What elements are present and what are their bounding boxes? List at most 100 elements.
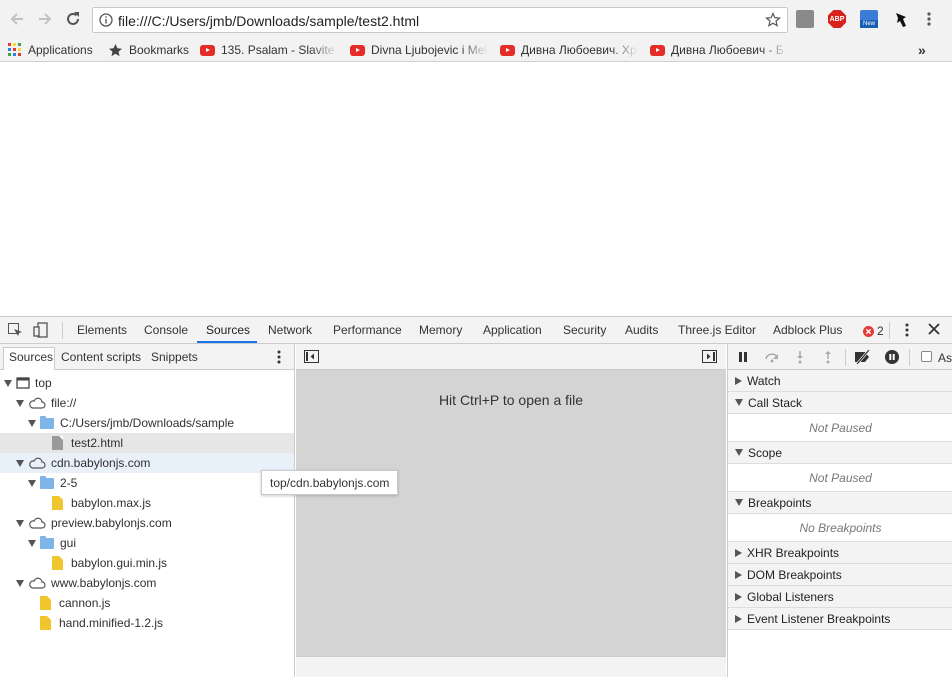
apps-shortcut[interactable]: Applications (8, 41, 93, 59)
tab-elements[interactable]: Elements (77, 323, 127, 337)
tree-item-file[interactable]: babylon.max.js (0, 493, 294, 513)
navigator-menu-button[interactable] (276, 349, 282, 365)
kebab-menu-icon (277, 350, 281, 364)
tree-item-file[interactable]: test2.html (0, 433, 294, 453)
expand-arrow-icon[interactable] (16, 399, 24, 407)
pause-button[interactable] (738, 351, 748, 363)
editor-toolbar (296, 344, 726, 370)
tab-adblock-plus[interactable]: Adblock Plus (773, 323, 842, 337)
nav-tab-sources[interactable]: Sources (9, 350, 53, 364)
xhr-breakpoints-section-header[interactable]: XHR Breakpoints (728, 542, 952, 564)
tree-item-origin[interactable]: www.babylonjs.com (0, 573, 294, 593)
tab-console[interactable]: Console (144, 323, 188, 337)
dom-breakpoints-section-header[interactable]: DOM Breakpoints (728, 564, 952, 586)
bookmarks-overflow-button[interactable]: » (918, 41, 926, 59)
tab-security[interactable]: Security (563, 323, 606, 337)
tree-item-folder[interactable]: gui (0, 533, 294, 553)
tab-application[interactable]: Application (483, 323, 542, 337)
tree-item-label: 2-5 (60, 476, 78, 490)
collapsed-arrow-icon (735, 570, 742, 579)
step-over-icon (765, 353, 778, 363)
tree-item-file[interactable]: cannon.js (0, 593, 294, 613)
tooltip: top/cdn.babylonjs.com (261, 470, 399, 495)
star-icon (109, 43, 122, 56)
expanded-arrow-icon (735, 449, 743, 456)
close-devtools-button[interactable] (928, 323, 940, 335)
device-toolbar-button[interactable] (33, 322, 49, 338)
bookmark-item[interactable]: Дивна Любоевич. Хр (500, 41, 638, 59)
bookmark-star-icon[interactable] (765, 12, 781, 28)
tree-item-label: top (35, 376, 52, 390)
expand-arrow-icon[interactable] (16, 519, 24, 527)
tree-item-folder[interactable]: C:/Users/jmb/Downloads/sample (0, 413, 294, 433)
toggle-navigator-button[interactable] (304, 350, 319, 363)
devtools-menu-button[interactable] (904, 322, 910, 338)
section-title: Event Listener Breakpoints (747, 611, 891, 626)
expand-arrow-icon[interactable] (4, 379, 12, 387)
expand-arrow-icon[interactable] (16, 579, 24, 587)
collapsed-arrow-icon (735, 614, 742, 623)
expand-arrow-icon[interactable] (16, 459, 24, 467)
forward-button[interactable] (36, 10, 54, 28)
step-over-button[interactable] (764, 351, 780, 363)
editor-area[interactable]: Hit Ctrl+P to open a file (296, 370, 726, 656)
pause-on-exceptions-button[interactable] (885, 350, 899, 364)
scope-section-header[interactable]: Scope (728, 442, 952, 464)
nav-tab-snippets[interactable]: Snippets (151, 350, 198, 364)
inspect-element-button[interactable] (7, 322, 23, 338)
bookmark-item[interactable]: Дивна Любоевич - Б (650, 41, 788, 59)
section-title: Call Stack (748, 395, 803, 410)
collapsed-arrow-icon (735, 592, 742, 601)
address-bar[interactable]: file:///C:/Users/jmb/Downloads/sample/te… (92, 7, 788, 33)
section-title: Scope (748, 445, 783, 460)
info-icon[interactable] (99, 13, 113, 27)
tree-item-label: hand.minified-1.2.js (59, 616, 164, 630)
ninja-icon[interactable] (892, 10, 910, 28)
reload-button[interactable] (64, 10, 82, 28)
generic-extension-icon[interactable] (796, 10, 814, 28)
tree-item-folder[interactable]: 2-5 (0, 473, 294, 493)
step-out-button[interactable] (823, 350, 833, 364)
nav-tab-content-scripts[interactable]: Content scripts (61, 350, 141, 364)
tab-performance[interactable]: Performance (333, 323, 402, 337)
adblock-icon[interactable]: ABP (828, 10, 846, 28)
breakpoints-section-header[interactable]: Breakpoints (728, 492, 952, 514)
active-tab-indicator (197, 341, 257, 343)
expand-arrow-icon[interactable] (28, 419, 36, 427)
deactivate-breakpoints-button[interactable] (854, 350, 872, 364)
apps-grid-icon (8, 43, 21, 56)
apps-label: Applications (28, 43, 93, 57)
tree-item-file[interactable]: babylon.gui.min.js (0, 553, 294, 573)
error-counter[interactable]: 2 (863, 324, 884, 338)
tab-threejs-editor[interactable]: Three.js Editor (678, 323, 756, 337)
bookmarks-shortcut[interactable]: Bookmarks (108, 41, 189, 59)
expand-arrow-icon[interactable] (28, 539, 36, 547)
tab-sources[interactable]: Sources (206, 323, 250, 337)
back-button[interactable] (8, 10, 26, 28)
open-file-hint: Hit Ctrl+P to open a file (438, 392, 584, 408)
chrome-menu-button[interactable] (926, 10, 932, 28)
tab-audits[interactable]: Audits (625, 323, 658, 337)
page-content[interactable] (0, 63, 952, 316)
tree-item-file[interactable]: hand.minified-1.2.js (0, 613, 294, 633)
tree-item-origin[interactable]: file:// (0, 393, 294, 413)
global-listeners-section-header[interactable]: Global Listeners (728, 586, 952, 608)
toggle-debugger-button[interactable] (702, 350, 717, 363)
call-stack-section-header[interactable]: Call Stack (728, 392, 952, 414)
breakpoint-toggle-icon (855, 350, 870, 364)
bookmark-item[interactable]: 135. Psalam - Slavite G (200, 41, 338, 59)
expand-arrow-icon[interactable] (28, 479, 36, 487)
tab-memory[interactable]: Memory (419, 323, 462, 337)
step-into-button[interactable] (795, 350, 805, 364)
breakpoints-status: No Breakpoints (728, 514, 952, 542)
tree-item-top[interactable]: top (0, 373, 294, 393)
tree-item-origin[interactable]: cdn.babylonjs.com (0, 453, 294, 473)
async-checkbox[interactable] (921, 351, 932, 362)
watch-section-header[interactable]: Watch (728, 370, 952, 392)
tab-network[interactable]: Network (268, 323, 312, 337)
event-listener-breakpoints-section-header[interactable]: Event Listener Breakpoints (728, 608, 952, 630)
tree-item-origin[interactable]: preview.babylonjs.com (0, 513, 294, 533)
bookmark-item[interactable]: Divna Ljubojevic i Mel (350, 41, 488, 59)
url-text[interactable]: file:///C:/Users/jmb/Downloads/sample/te… (118, 13, 419, 29)
new-extension-icon[interactable]: New (860, 10, 878, 28)
